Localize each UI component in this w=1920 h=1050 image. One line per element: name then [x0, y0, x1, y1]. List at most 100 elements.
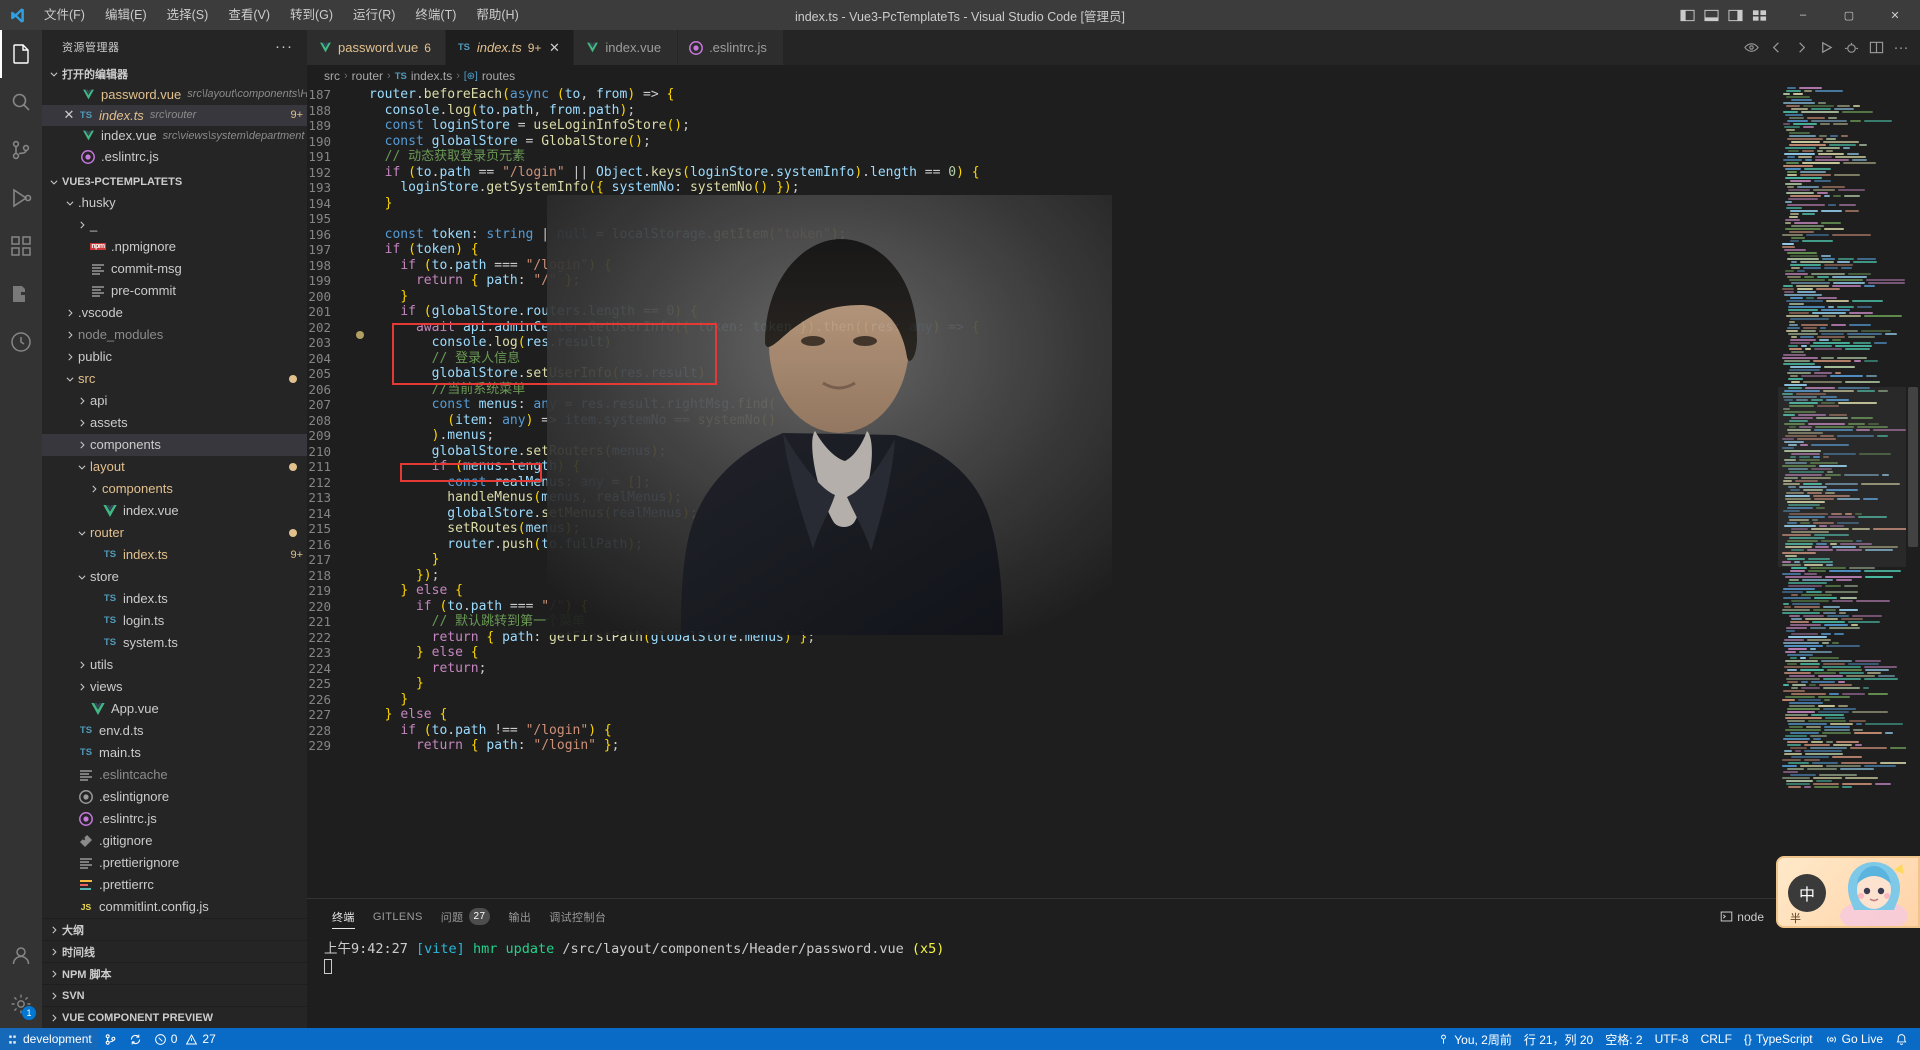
code-line[interactable]: 229 return { path: "/login" }; [307, 738, 1778, 754]
tree-item-eslintcache[interactable]: .eslintcache [42, 764, 307, 786]
open-editors-section-header[interactable]: 打开的编辑器 [42, 63, 307, 84]
menu-edit[interactable]: 编辑(E) [95, 0, 157, 30]
tree-item-vscode[interactable]: .vscode [42, 302, 307, 324]
code-line[interactable]: 192 if (to.path == "/login" || Object.ke… [307, 165, 1778, 181]
code-line[interactable]: 200 } [307, 289, 1778, 305]
project-section-header[interactable]: VUE3-PCTEMPLATETS [42, 171, 307, 192]
debug-icon[interactable] [1840, 37, 1862, 59]
tab-index-ts[interactable]: TS index.ts 9+ ✕ [445, 30, 575, 65]
code-line[interactable]: 221 // 默认跳转到第一个菜单 [307, 614, 1778, 630]
tree-item-commitlint-config-js[interactable]: JS commitlint.config.js [42, 896, 307, 918]
tree-item-utils[interactable]: utils [42, 654, 307, 676]
editor-vertical-scrollbar[interactable] [1906, 87, 1920, 898]
line-content[interactable]: const token: string | null = localStorag… [369, 227, 1778, 243]
code-line[interactable]: 189 const loginStore = useLoginInfoStore… [307, 118, 1778, 134]
code-line[interactable]: 208 (item: any) => item.systemNo == syst… [307, 413, 1778, 429]
ime-mode-badge[interactable]: 中 [1788, 874, 1826, 912]
code-line[interactable]: 195 [307, 211, 1778, 227]
tree-item-system-ts[interactable]: TS system.ts [42, 632, 307, 654]
code-line[interactable]: 225 } [307, 676, 1778, 692]
line-content[interactable]: if (globalStore.routers.length == 0) { [369, 304, 1778, 320]
customize-layout-icon[interactable] [1748, 5, 1770, 25]
line-content[interactable]: handleMenus(menus, realMenus); [369, 490, 1778, 506]
line-content[interactable]: const menus: any = res.result.rightMsg.f… [369, 397, 1778, 413]
menu-file[interactable]: 文件(F) [34, 0, 95, 30]
line-content[interactable]: // 默认跳转到第一个菜单 [369, 614, 1778, 630]
menu-run[interactable]: 运行(R) [343, 0, 405, 30]
tree-item-login-ts[interactable]: TS login.ts [42, 610, 307, 632]
code-line[interactable]: 199 return { path: "/" }; [307, 273, 1778, 289]
open-editor-eslintrc[interactable]: .eslintrc.js [42, 146, 307, 167]
code-line[interactable]: 188 console.log(to.path, from.path); [307, 103, 1778, 119]
line-content[interactable]: loginStore.getSystemInfo({ systemNo: sys… [369, 180, 1778, 196]
status-editor-eol[interactable]: CRLF [1695, 1028, 1738, 1050]
code-line[interactable]: 194 } [307, 196, 1778, 212]
activitybar-search[interactable] [0, 78, 42, 126]
code-line[interactable]: 191 // 动态获取登录页元素 [307, 149, 1778, 165]
code-line[interactable]: 193 loginStore.getSystemInfo({ systemNo:… [307, 180, 1778, 196]
tree-item-node-modules[interactable]: node_modules [42, 324, 307, 346]
status-go-live[interactable]: Go Live [1819, 1028, 1889, 1050]
line-content[interactable]: return { path: getFirstPath(globalStore.… [369, 630, 1778, 646]
code-line[interactable]: 197 if (token) { [307, 242, 1778, 258]
line-content[interactable]: } [369, 196, 1778, 212]
panel-tab-debug-console[interactable]: 调试控制台 [541, 899, 614, 934]
ime-floating-toolbar[interactable]: 中 半 [1776, 856, 1920, 928]
code-line[interactable]: 205 globalStore.setUserInfo(res.result) [307, 366, 1778, 382]
code-line[interactable]: 222 return { path: getFirstPath(globalSt… [307, 630, 1778, 646]
line-content[interactable]: setRoutes(menus); [369, 521, 1778, 537]
section-outline[interactable]: 大纲 [42, 918, 307, 940]
code-line[interactable]: 213 handleMenus(menus, realMenus); [307, 490, 1778, 506]
tree-item-eslintignore[interactable]: .eslintignore [42, 786, 307, 808]
breadcrumb-routes[interactable]: [⊛] routes [464, 69, 515, 83]
window-maximize-button[interactable]: ▢ [1826, 0, 1872, 30]
panel-tab-output[interactable]: 输出 [500, 899, 539, 934]
code-line[interactable]: 209 ).menus; [307, 428, 1778, 444]
menu-go[interactable]: 转到(G) [280, 0, 343, 30]
tree-item-assets[interactable]: assets [42, 412, 307, 434]
run-icon[interactable] [1815, 37, 1837, 59]
code-line[interactable]: 196 const token: string | null = localSt… [307, 227, 1778, 243]
tree-item-components[interactable]: components [42, 433, 307, 456]
breadcrumb-src[interactable]: src [324, 69, 340, 83]
toggle-panel-icon[interactable] [1700, 5, 1722, 25]
status-source-control[interactable] [98, 1028, 123, 1050]
status-editor-language[interactable]: {} TypeScript [1738, 1028, 1819, 1050]
activitybar-todo-tree[interactable] [0, 318, 42, 366]
line-content[interactable]: } else { [369, 645, 1778, 661]
activitybar-extensions[interactable] [0, 222, 42, 270]
code-line[interactable]: 217 } [307, 552, 1778, 568]
line-content[interactable]: return; [369, 661, 1778, 677]
breadcrumb-index-ts[interactable]: TS index.ts [395, 69, 453, 83]
line-content[interactable]: return { path: "/" }; [369, 273, 1778, 289]
tab-password-vue[interactable]: password.vue 6 [307, 30, 446, 65]
tree-item-router[interactable]: router [42, 522, 307, 544]
minimap-slider[interactable] [1778, 387, 1906, 567]
code-line[interactable]: 201 if (globalStore.routers.length == 0)… [307, 304, 1778, 320]
line-content[interactable]: ).menus; [369, 428, 1778, 444]
code-line[interactable]: 223 } else { [307, 645, 1778, 661]
panel-tab-terminal[interactable]: 终端 [324, 899, 363, 934]
code-line[interactable]: 212 const realMenus: any = []; [307, 475, 1778, 491]
code-line[interactable]: 218 }); [307, 568, 1778, 584]
tree-item-index-vue[interactable]: index.vue [42, 500, 307, 522]
code-line[interactable]: 198 if (to.path === "/login") { [307, 258, 1778, 274]
tree-item-npmignore[interactable]: npm .npmignore [42, 236, 307, 258]
minimap[interactable] [1778, 87, 1906, 898]
line-content[interactable]: console.log(res.result) [369, 335, 1778, 351]
code-line[interactable]: 226 } [307, 692, 1778, 708]
toggle-secondary-sidebar-icon[interactable] [1724, 5, 1746, 25]
line-content[interactable]: (item: any) => item.systemNo == systemNo… [369, 413, 1778, 429]
code-line[interactable]: 211 if (menus.length) { [307, 459, 1778, 475]
code-line[interactable]: 207 const menus: any = res.result.rightM… [307, 397, 1778, 413]
terminal-shell-selector[interactable]: node [1716, 910, 1768, 924]
tree-item-views[interactable]: views [42, 676, 307, 698]
tab-index-vue[interactable]: index.vue [574, 30, 679, 65]
line-content[interactable]: router.beforeEach(async (to, from) => { [369, 87, 1778, 103]
chevron-left-icon[interactable] [1765, 37, 1787, 59]
line-content[interactable]: //当前系统菜单 [369, 382, 1778, 398]
tree-item-layout[interactable]: layout [42, 456, 307, 478]
line-content[interactable]: } [369, 289, 1778, 305]
status-sync-changes[interactable] [123, 1028, 148, 1050]
tree-item-app-vue[interactable]: App.vue [42, 698, 307, 720]
